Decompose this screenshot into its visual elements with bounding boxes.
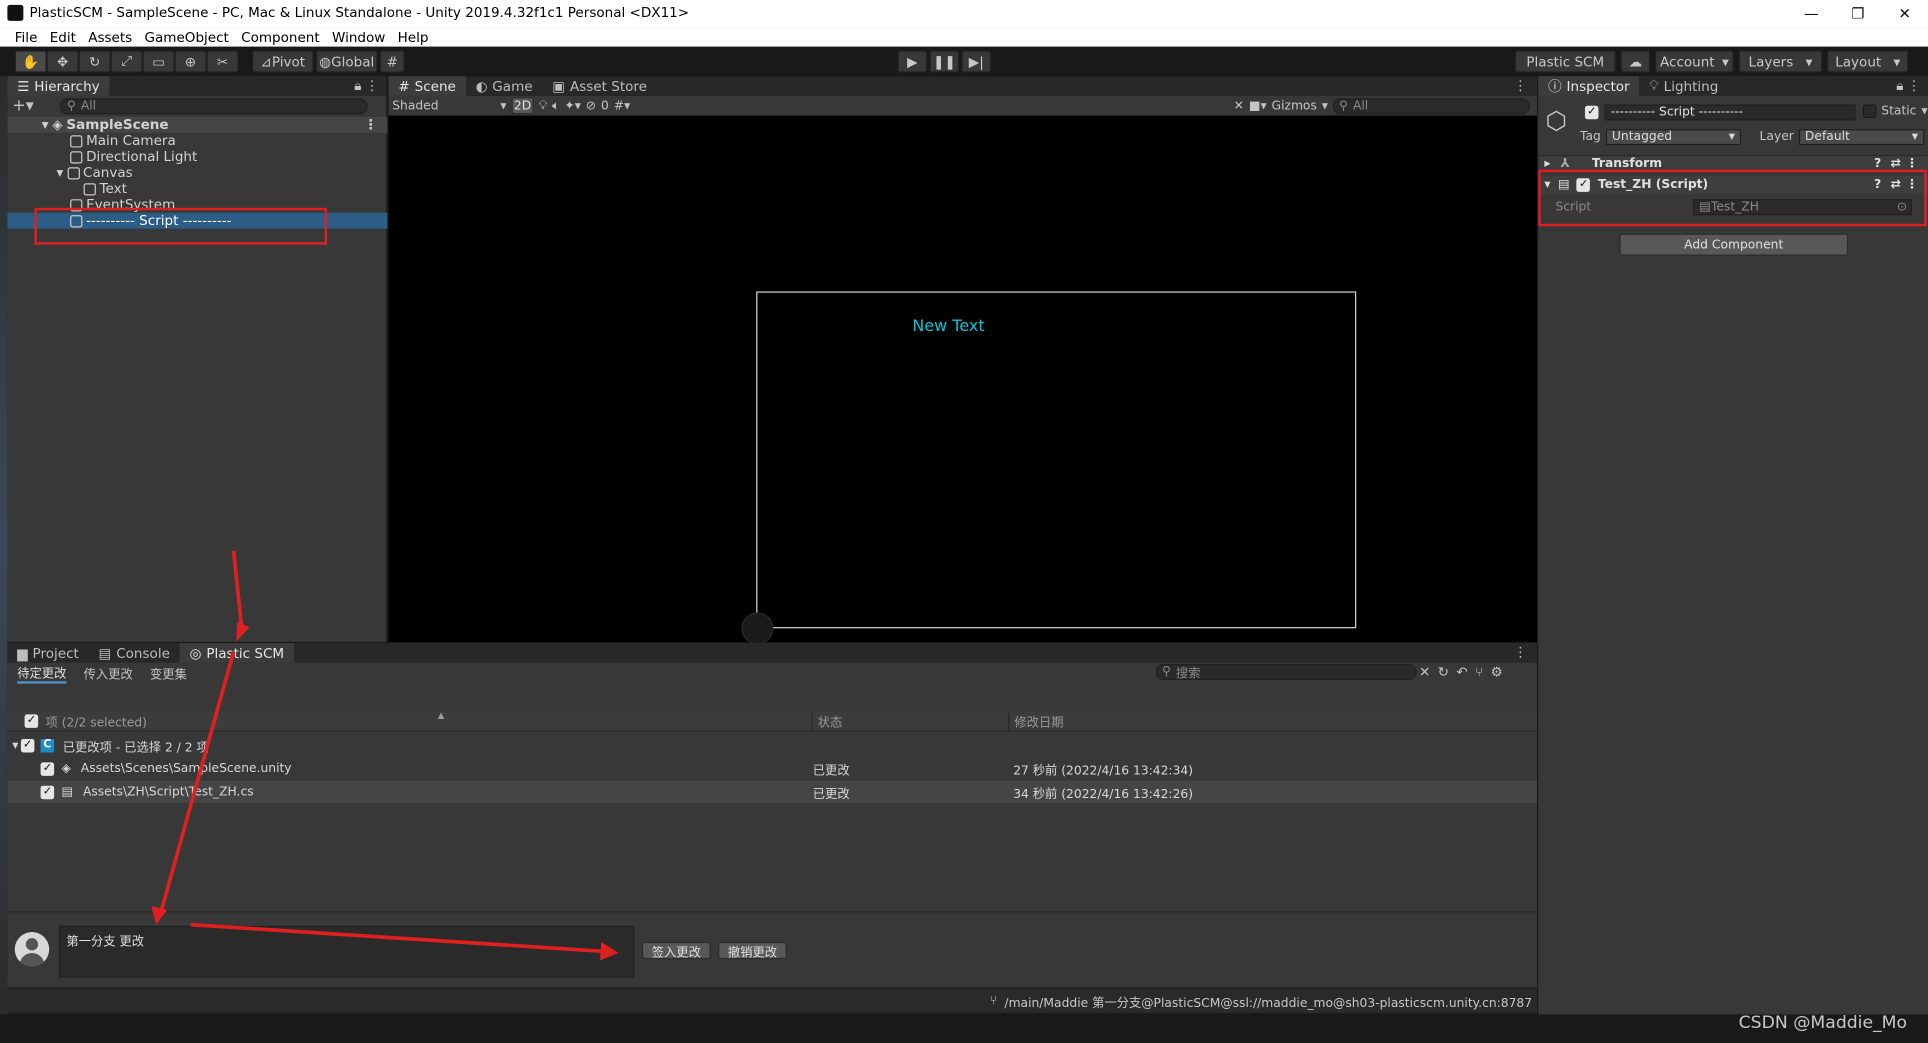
annotation-arrows (151, 550, 619, 961)
arrow-heads (151, 622, 619, 961)
red-arrow-annotation (158, 550, 609, 954)
watermark: CSDN @Maddie_Mo (1738, 1013, 1908, 1033)
